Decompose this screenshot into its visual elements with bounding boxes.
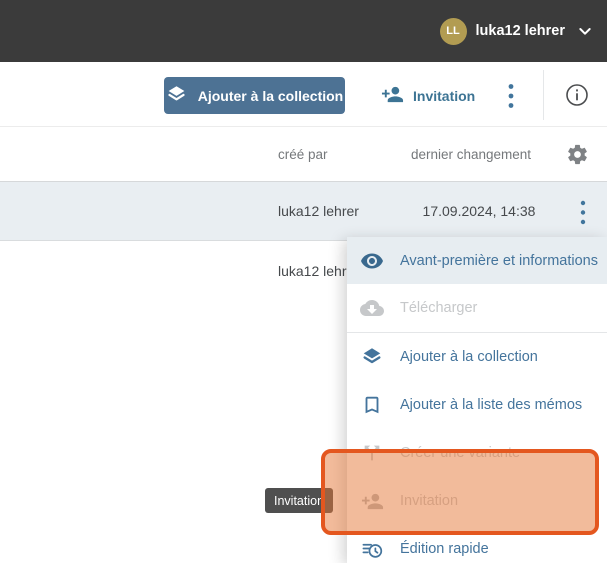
column-header-created-by[interactable]: créé par xyxy=(278,127,328,182)
avatar-initials: LL xyxy=(446,25,459,37)
gear-icon[interactable] xyxy=(566,143,589,166)
person-add-icon xyxy=(381,83,404,109)
table-header: créé par dernier changement xyxy=(0,127,607,182)
quick-edit-icon xyxy=(360,537,384,561)
user-name: luka12 lehrer xyxy=(476,23,565,39)
person-add-icon xyxy=(360,489,384,513)
topbar: LL luka12 lehrer xyxy=(0,0,607,62)
layers-icon xyxy=(166,84,187,108)
add-to-collection-button[interactable]: Ajouter à la collection xyxy=(164,77,345,114)
menu-item-label: Ajouter à la collection xyxy=(400,349,538,365)
menu-item-add-to-collection[interactable]: Ajouter à la collection xyxy=(347,333,607,381)
chevron-down-icon[interactable] xyxy=(577,23,593,39)
toolbar-divider xyxy=(543,70,544,120)
layers-icon xyxy=(360,345,384,369)
menu-item-label: Invitation xyxy=(400,493,458,509)
invitation-button[interactable]: Invitation xyxy=(381,77,475,114)
kebab-menu-button[interactable] xyxy=(502,81,520,110)
bookmark-icon xyxy=(360,393,384,417)
table-row[interactable]: luka12 lehrer 17.09.2024, 14:38 xyxy=(0,182,607,241)
menu-item-download: Télécharger xyxy=(347,284,607,332)
invitation-tooltip: Invitation xyxy=(265,488,333,513)
menu-item-label: Créer une variante xyxy=(400,445,520,461)
cloud-download-icon xyxy=(360,296,384,320)
menu-item-label: Avant-première et informations xyxy=(400,253,598,269)
cell-last-change: 17.09.2024, 14:38 xyxy=(403,182,555,240)
add-to-collection-label: Ajouter à la collection xyxy=(198,88,343,104)
cell-created-by: luka12 lehrer xyxy=(278,182,359,240)
avatar: LL xyxy=(440,18,467,45)
menu-item-create-variant: Créer une variante xyxy=(347,429,607,477)
menu-item-preview-informations[interactable]: Avant-première et informations xyxy=(347,237,607,284)
info-button[interactable] xyxy=(564,82,589,107)
menu-item-add-to-memo-list[interactable]: Ajouter à la liste des mémos xyxy=(347,381,607,429)
menu-item-invitation: Invitation xyxy=(347,477,607,525)
app-window: LL luka12 lehrer Ajouter à la collection… xyxy=(0,0,607,563)
column-header-last-change[interactable]: dernier changement xyxy=(406,127,536,182)
eye-icon xyxy=(360,249,384,273)
menu-item-label: Ajouter à la liste des mémos xyxy=(400,397,582,413)
menu-item-label: Télécharger xyxy=(400,300,477,316)
row-kebab-button[interactable] xyxy=(574,199,592,225)
context-menu: Avant-première et informations Télécharg… xyxy=(347,237,607,563)
user-menu[interactable]: LL luka12 lehrer xyxy=(440,0,593,62)
menu-item-label: Édition rapide xyxy=(400,541,489,557)
invitation-label: Invitation xyxy=(413,88,475,104)
call-split-icon xyxy=(360,441,384,465)
menu-item-quick-edit[interactable]: Édition rapide xyxy=(347,525,607,563)
